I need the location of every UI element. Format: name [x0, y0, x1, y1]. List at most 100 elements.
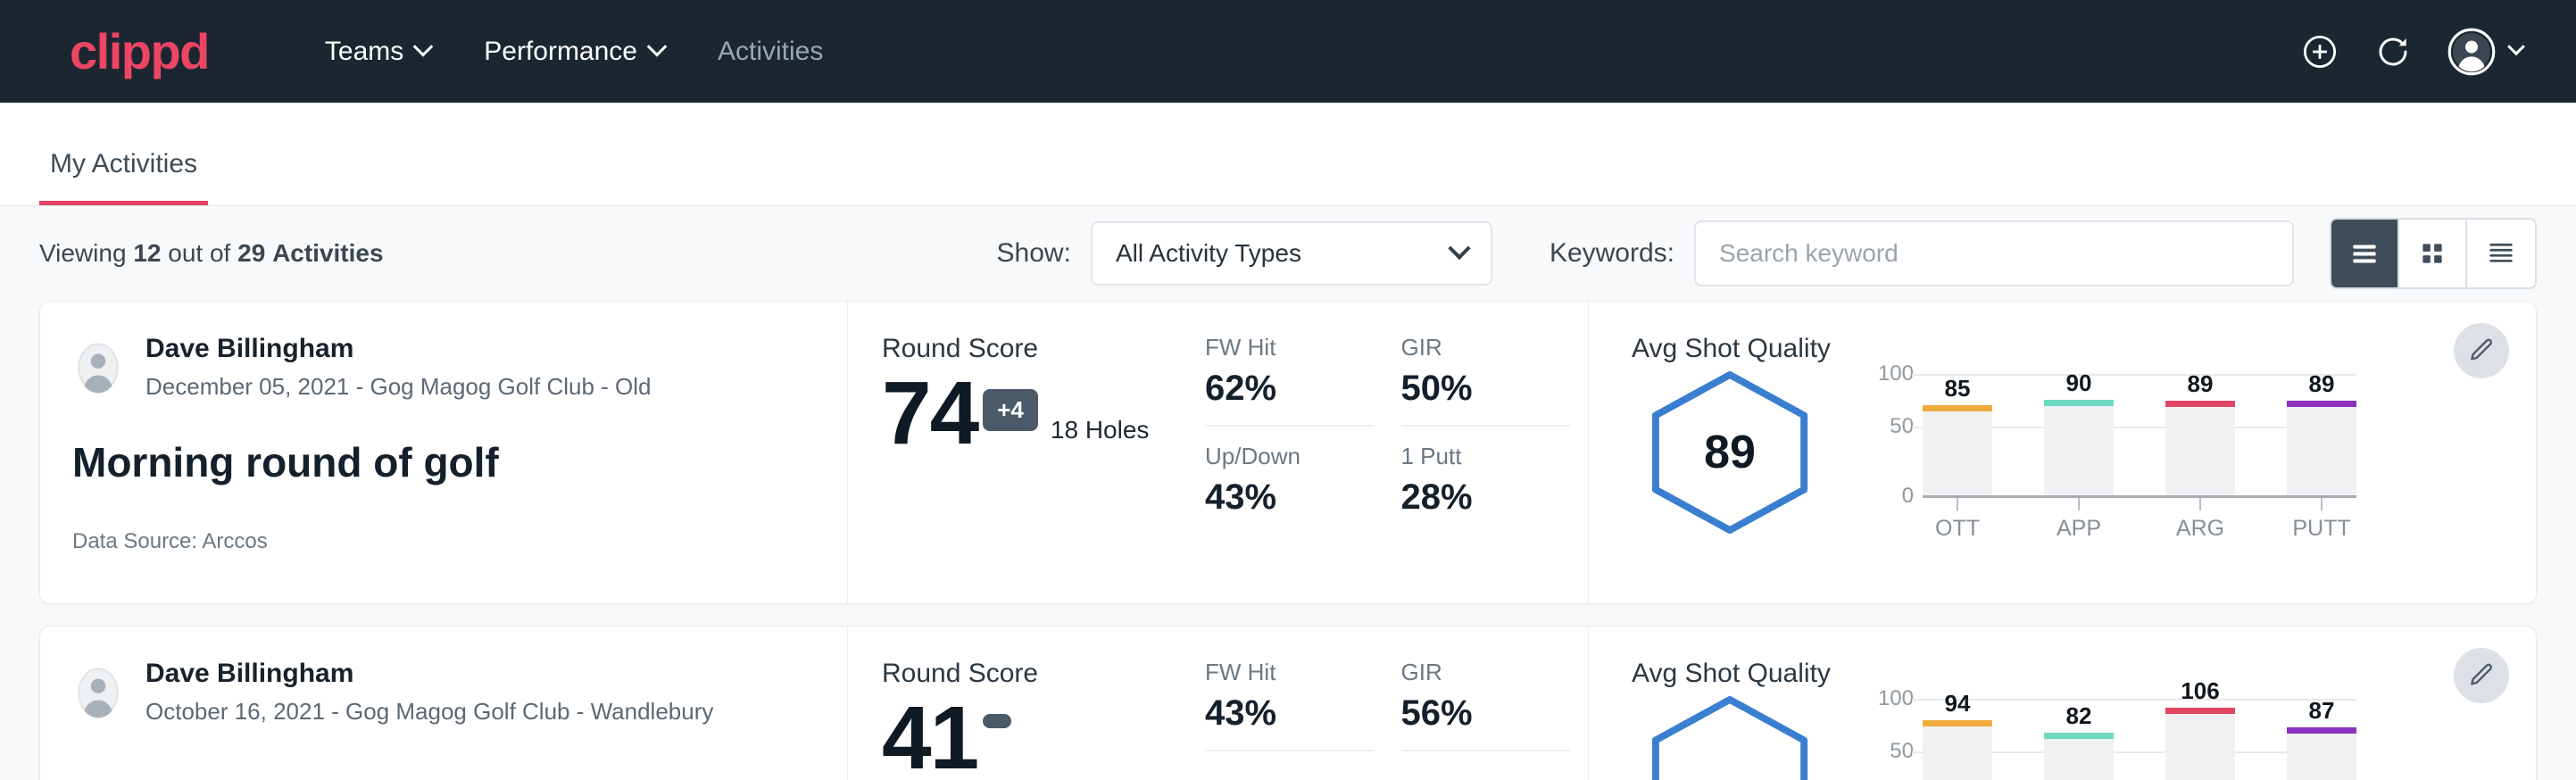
- avg-shot-quality-label: Avg Shot Quality: [1632, 334, 2536, 364]
- avg-shot-quality-value: [1641, 693, 1819, 780]
- bar-value: 89: [2165, 370, 2235, 398]
- activity-meta: October 16, 2021 - Gog Magog Golf Club -…: [145, 698, 713, 726]
- show-label: Show:: [997, 238, 1071, 269]
- bar-value: 85: [1923, 375, 1992, 402]
- avg-shot-quality-block: Avg Shot Quality 100 50 0: [1589, 626, 2536, 780]
- edit-activity-button[interactable]: [2454, 323, 2509, 378]
- bar-ott: 94: [1923, 698, 1992, 780]
- avg-shot-quality-block: Avg Shot Quality 89 100 50 0: [1589, 302, 2536, 603]
- stat-fw-hit: FW Hit 43%: [1205, 659, 1375, 751]
- avg-shot-quality-value: 89: [1641, 368, 1819, 537]
- viewing-summary: Viewing 12 out of 29 Activities: [39, 239, 384, 268]
- app-logo[interactable]: clippd: [70, 27, 209, 77]
- stat-value: 43%: [1205, 477, 1375, 518]
- chart-y-axis: 100 50 0: [1858, 698, 1914, 780]
- nav-item-label: Performance: [484, 37, 637, 67]
- bar-arg: 89: [2165, 373, 2235, 495]
- x-label-arg: ARG: [2165, 516, 2235, 542]
- stat-fw-hit: FW Hit 62%: [1205, 334, 1375, 427]
- list-view-icon: [2347, 236, 2381, 270]
- bar-cap: [2287, 401, 2356, 407]
- main-content: Viewing 12 out of 29 Activities Show: Al…: [0, 206, 2576, 780]
- grid-view-icon: [2417, 238, 2447, 269]
- avatar: [72, 667, 124, 718]
- stat-label: GIR: [1401, 334, 1571, 361]
- keywords-label: Keywords:: [1550, 238, 1674, 269]
- activity-stats: FW Hit 43% GIR 56%: [1205, 626, 1589, 780]
- x-label-ott: OTT: [1923, 516, 1992, 542]
- account-menu[interactable]: [2447, 28, 2522, 76]
- grid-view-button[interactable]: [2399, 220, 2467, 287]
- refresh-button[interactable]: [2374, 33, 2412, 71]
- tab-bar: My Activities: [0, 103, 2576, 206]
- y-tick-50: 50: [1890, 739, 1914, 764]
- activity-title: Morning round of golf: [72, 438, 808, 486]
- bar-cap: [1923, 405, 1992, 411]
- chart-x-labels: OTT APP ARG PUTT: [1923, 516, 2356, 542]
- bar-value: 90: [2044, 369, 2114, 397]
- chart-bars: 94 82 106: [1923, 698, 2356, 780]
- round-score-label: Round Score: [882, 334, 1205, 364]
- bar-cap: [2044, 733, 2114, 739]
- filter-bar: Viewing 12 out of 29 Activities Show: Al…: [39, 206, 2537, 301]
- stat-label: 1 Putt: [1401, 443, 1571, 470]
- viewing-count: 12: [133, 239, 161, 267]
- bar-putt: 89: [2287, 373, 2356, 495]
- tab-label: My Activities: [50, 149, 197, 178]
- y-tick-100: 100: [1878, 361, 1914, 386]
- bar-cap: [2044, 400, 2114, 406]
- compact-view-button[interactable]: [2467, 220, 2535, 287]
- viewing-prefix: Viewing: [39, 239, 127, 267]
- chevron-down-icon: [413, 37, 434, 57]
- bar-cap: [2287, 727, 2356, 734]
- chevron-down-icon: [2507, 37, 2525, 55]
- bar-arg: 106: [2165, 698, 2235, 780]
- stat-label: FW Hit: [1205, 334, 1375, 361]
- shot-quality-chart: 100 50 0 94: [1858, 693, 2356, 780]
- activity-info: Dave Billingham October 16, 2021 - Gog M…: [40, 626, 848, 780]
- nav-item-activities[interactable]: Activities: [691, 37, 850, 67]
- chart-bars: 85 90 89: [1923, 373, 2356, 498]
- plus-circle-icon: [2301, 33, 2339, 71]
- bar-app: 82: [2044, 698, 2114, 780]
- stat-gir: GIR 50%: [1401, 334, 1571, 427]
- stat-value: 43%: [1205, 693, 1375, 734]
- activity-type-value: All Activity Types: [1116, 239, 1301, 268]
- round-score-block: Round Score 74 +4 18 Holes: [848, 302, 1205, 603]
- activity-author: Dave Billingham December 05, 2021 - Gog …: [72, 334, 808, 401]
- score-to-par-badge: +4: [983, 389, 1038, 431]
- pencil-icon: [2467, 661, 2496, 690]
- nav-item-teams[interactable]: Teams: [298, 37, 457, 67]
- add-button[interactable]: [2301, 33, 2339, 71]
- stat-gir: GIR 56%: [1401, 659, 1571, 751]
- round-score-label: Round Score: [882, 659, 1205, 689]
- activity-type-select[interactable]: All Activity Types: [1091, 221, 1492, 286]
- search-input[interactable]: [1694, 220, 2294, 286]
- stat-value: 28%: [1401, 477, 1571, 518]
- nav-item-performance[interactable]: Performance: [457, 37, 691, 67]
- refresh-icon: [2374, 33, 2412, 71]
- list-view-button[interactable]: [2331, 220, 2399, 287]
- tab-my-activities[interactable]: My Activities: [39, 149, 208, 205]
- holes-label: 18 Holes: [1051, 416, 1150, 444]
- shot-quality-chart: 100 50 0 85: [1858, 368, 2356, 542]
- activity-info: Dave Billingham December 05, 2021 - Gog …: [40, 302, 848, 603]
- round-score-block: Round Score 41: [848, 626, 1205, 780]
- chevron-down-icon: [647, 37, 668, 57]
- bar-value: 82: [2044, 702, 2114, 730]
- pencil-icon: [2467, 336, 2496, 365]
- round-score-value: 74: [882, 369, 977, 457]
- bar-value: 89: [2287, 370, 2356, 398]
- compact-list-icon: [2484, 236, 2518, 270]
- bar-cap: [2165, 401, 2235, 407]
- stat-label: FW Hit: [1205, 659, 1375, 686]
- stat-one-putt: 1 Putt 28%: [1401, 443, 1571, 534]
- score-to-par-badge: [983, 714, 1011, 728]
- activity-card[interactable]: Dave Billingham December 05, 2021 - Gog …: [39, 301, 2537, 604]
- activity-card[interactable]: Dave Billingham October 16, 2021 - Gog M…: [39, 626, 2537, 780]
- chart-y-axis: 100 50 0: [1858, 373, 1914, 498]
- activity-meta: December 05, 2021 - Gog Magog Golf Club …: [145, 373, 652, 401]
- viewing-middle: out of: [168, 239, 230, 267]
- edit-activity-button[interactable]: [2454, 648, 2509, 703]
- bar-value: 106: [2165, 677, 2235, 705]
